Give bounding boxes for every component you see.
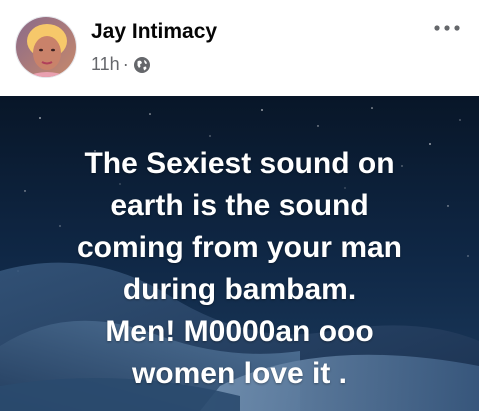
post-meta: 11h ·: [91, 54, 151, 75]
post-header: Jay Intimacy 11h ·: [0, 0, 479, 96]
post-text-line: earth is the sound: [110, 189, 369, 222]
post-text-line: Men! M0000an ooo: [105, 315, 374, 348]
post-text-line: coming from your man: [76, 231, 403, 264]
post-text-line: The Sexiest sound on: [84, 147, 395, 180]
globe-icon[interactable]: [133, 56, 151, 74]
post-text: The Sexiest sound on earth is the sound …: [0, 143, 479, 395]
author-name[interactable]: Jay Intimacy: [91, 20, 217, 44]
post-image[interactable]: The Sexiest sound on earth is the sound …: [0, 96, 479, 411]
post-text-line: women love it .: [131, 357, 348, 390]
post-card: Jay Intimacy 11h · The Sexiest sound on …: [0, 0, 479, 411]
meta-separator: ·: [122, 54, 129, 74]
post-time[interactable]: 11h: [91, 54, 120, 75]
avatar-image: [16, 17, 76, 77]
post-text-line: during bambam.: [122, 273, 357, 306]
more-options-icon[interactable]: [429, 14, 465, 42]
avatar[interactable]: [15, 16, 77, 78]
